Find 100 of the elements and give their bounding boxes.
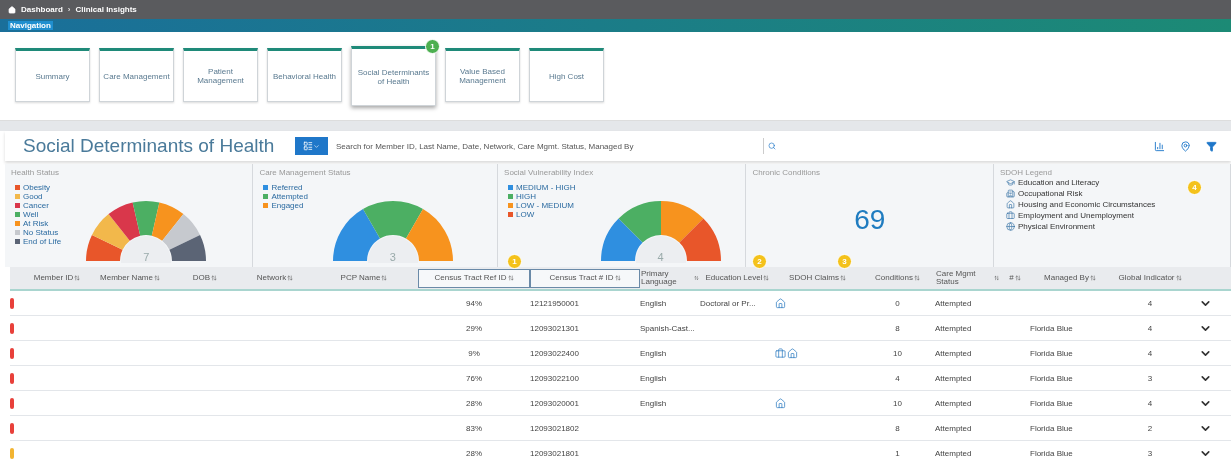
column-header[interactable]: Census Tract Ref ID xyxy=(418,268,530,288)
table-cell-text: Attempted xyxy=(935,373,973,383)
legend-label: Education and Literacy xyxy=(1017,178,1100,187)
card-title: Social Vulnerability Index xyxy=(504,168,595,177)
sort-icon xyxy=(913,275,920,281)
gauge-value: 7 xyxy=(143,251,150,263)
table-row[interactable]: 29% 12093021301 Spanish-Cast... 8 Attempted Florida Blue 4 xyxy=(10,316,1231,341)
table-cell-text: 0 xyxy=(894,298,901,308)
page-title: Social Determinants of Health xyxy=(23,135,276,157)
table-row[interactable]: 83% 12093021802 8 Attempted Florida Blue 2 xyxy=(10,416,1231,441)
table-cell-text: 12093021301 xyxy=(530,323,580,333)
table-cell-text: Attempted xyxy=(935,298,973,308)
column-header[interactable]: Network xyxy=(240,268,310,288)
column-header[interactable]: Member ID xyxy=(24,268,90,288)
housing-icon xyxy=(775,297,786,309)
table-cell-text: 29% xyxy=(465,323,483,333)
navigation-tile[interactable]: Value Based Management xyxy=(445,48,520,102)
table-cell-text: 28% xyxy=(465,448,483,458)
table-row[interactable]: 9% 12093022400 English 10 Attempted Florida Blue 4 xyxy=(10,341,1231,366)
sort-icon xyxy=(1089,275,1096,281)
table-row[interactable]: 28% 12093021801 1 Attempted Florida Blue 3 xyxy=(10,441,1231,460)
column-header[interactable]: Managed By xyxy=(1030,268,1110,288)
navigation-tile[interactable]: Behavioral Health xyxy=(267,48,342,102)
column-header[interactable]: Conditions xyxy=(860,268,935,288)
legend-label: LOW xyxy=(516,210,535,219)
table-cell-text: Attempted xyxy=(935,348,973,358)
table-cell-text: 10 xyxy=(892,348,903,358)
table-cell-text: Florida Blue xyxy=(1030,448,1074,458)
sort-icon xyxy=(614,275,621,281)
sort-icon xyxy=(287,275,294,281)
sort-icon xyxy=(839,275,846,281)
occupational-icon xyxy=(1005,189,1015,198)
legend-label: End of Life xyxy=(23,237,62,246)
card-title: Care Management Status xyxy=(259,168,352,177)
column-header[interactable]: PCP Name xyxy=(310,268,418,288)
table-cell-text: 10 xyxy=(892,398,903,408)
table-cell-text: 12121950001 xyxy=(530,298,580,308)
metric-value: 69 xyxy=(854,206,886,234)
annotation-badge: 4 xyxy=(1187,180,1202,195)
table-row[interactable]: 76% 12093022100 English 4 Attempted Florida Blue 3 xyxy=(10,366,1231,391)
legend-label: Good xyxy=(23,192,43,201)
navigation-label: Navigation xyxy=(8,21,53,30)
sort-icon xyxy=(507,275,514,281)
table-cell-text: 4 xyxy=(894,373,901,383)
column-header[interactable]: Education Level xyxy=(700,268,775,288)
navigation-tile[interactable]: Summary xyxy=(15,48,90,102)
legend-label: Physical Environment xyxy=(1017,222,1095,231)
sort-icon xyxy=(993,275,999,281)
map-pin-icon xyxy=(1179,140,1191,152)
table-cell-text: Spanish-Cast... xyxy=(640,323,696,333)
table-cell-text: 12093021802 xyxy=(530,423,580,433)
annotation-badge: 1 xyxy=(425,39,440,54)
column-header[interactable]: SDOH Claims xyxy=(775,268,860,288)
column-header[interactable]: # xyxy=(1000,268,1030,288)
table-cell-text: English xyxy=(640,298,668,308)
home-icon[interactable] xyxy=(8,5,16,14)
table-cell-text: Attempted xyxy=(935,398,973,408)
legend-label: Occupational Risk xyxy=(1017,189,1083,198)
table-cell-text: 4 xyxy=(1146,348,1154,358)
breadcrumb-current: Clinical Insights xyxy=(75,5,137,14)
menu-button[interactable] xyxy=(295,137,328,155)
housing-icon xyxy=(787,347,798,359)
card-title: SDOH Legend xyxy=(999,168,1053,177)
table-cell-text: Attempted xyxy=(935,323,973,333)
table-row[interactable]: 94% 12121950001 English Doctoral or Pr... 0 Attempted 4 xyxy=(10,291,1231,316)
column-header[interactable]: Global Indicator xyxy=(1110,268,1190,288)
table-cell-text: 28% xyxy=(465,398,483,408)
column-header[interactable]: DOB xyxy=(170,268,240,288)
column-header[interactable]: Census Tract # ID xyxy=(530,268,640,288)
table-cell-text: English xyxy=(640,348,668,358)
table-cell-text: 9% xyxy=(467,348,481,358)
table-cell-text: English xyxy=(640,398,668,408)
list-icon xyxy=(303,141,313,151)
table-cell-text: 94% xyxy=(465,298,483,308)
navigation-tile[interactable]: Care Management xyxy=(99,48,174,102)
table-cell-text: Florida Blue xyxy=(1030,323,1074,333)
navigation-tile[interactable]: Patient Management xyxy=(183,48,258,102)
table-cell-text: 8 xyxy=(894,323,901,333)
table-cell-text: 12093021801 xyxy=(530,448,580,458)
column-header[interactable]: Member Name xyxy=(90,268,170,288)
employment-icon xyxy=(1005,211,1015,220)
sort-icon xyxy=(1014,275,1021,281)
legend-label: At Risk xyxy=(23,219,49,228)
table-cell-text: 1 xyxy=(894,448,901,458)
table-cell-text: 4 xyxy=(1146,323,1154,333)
table-row[interactable]: 28% 12093020001 English 10 Attempted Florida Blue 4 xyxy=(10,391,1231,416)
legend-label: Obesity xyxy=(23,183,51,192)
breadcrumb-link[interactable]: Dashboard xyxy=(21,5,63,14)
card-title: Chronic Conditions xyxy=(752,168,822,177)
table-cell-text: 2 xyxy=(1146,423,1154,433)
gauge-value: 4 xyxy=(657,251,664,263)
table-cell-text: Florida Blue xyxy=(1030,423,1074,433)
table-cell-text: 12093022400 xyxy=(530,348,580,358)
navigation-tile[interactable]: High Cost xyxy=(529,48,604,102)
column-header[interactable]: Care Mgmt Status xyxy=(935,268,1000,288)
environment-icon xyxy=(1005,222,1015,231)
card-title: Health Status xyxy=(11,168,61,177)
table-cell-text: Florida Blue xyxy=(1030,373,1074,383)
legend-label: MEDIUM - HIGH xyxy=(516,183,576,192)
column-header[interactable]: Primary Language xyxy=(640,268,700,288)
